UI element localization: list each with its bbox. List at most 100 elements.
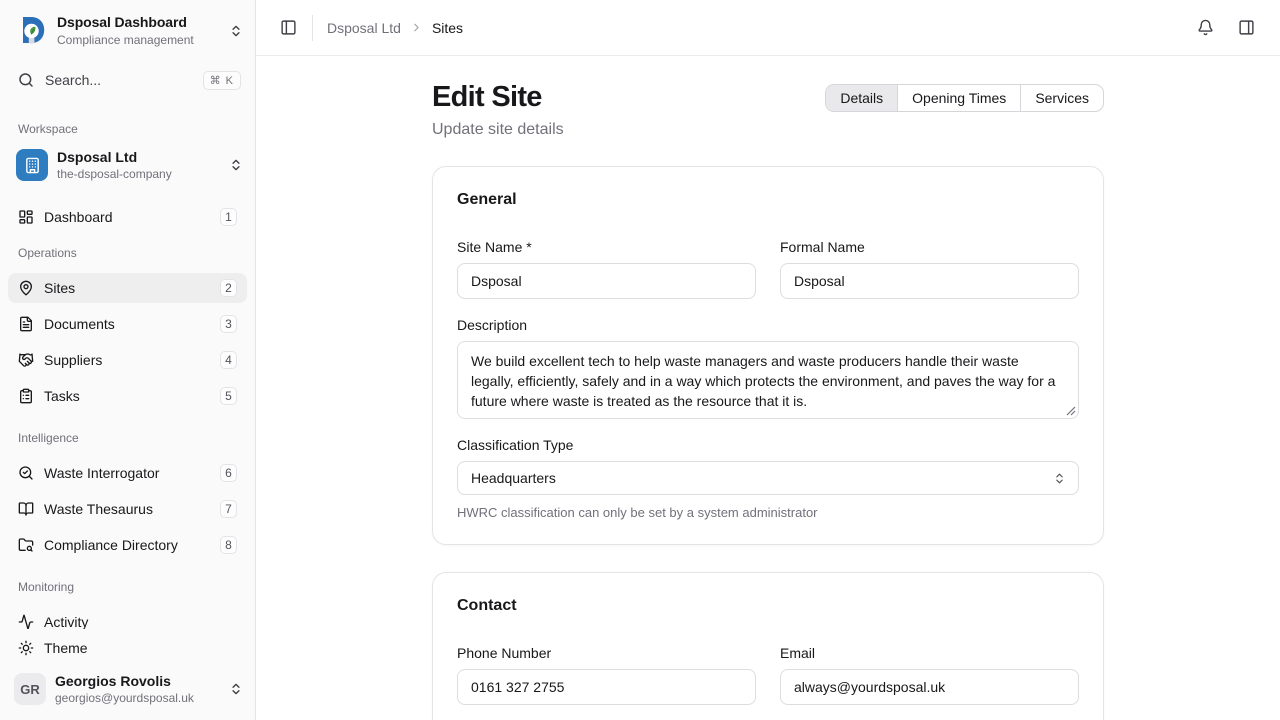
chevrons-up-down-icon <box>229 158 243 172</box>
nav-badge: 5 <box>220 387 237 405</box>
description-label: Description <box>457 317 1079 333</box>
nav-badge: 6 <box>220 464 237 482</box>
contact-card: Contact Phone Number Email Website <box>432 572 1104 720</box>
panel-right-icon <box>1238 19 1255 36</box>
sidebar-item-label: Tasks <box>44 388 80 404</box>
sidebar: Dsposal Dashboard Compliance management … <box>0 0 256 720</box>
search-icon <box>18 72 34 88</box>
search-placeholder: Search... <box>45 72 101 88</box>
breadcrumb-current: Sites <box>432 20 463 36</box>
site-name-input[interactable] <box>457 263 756 299</box>
topbar-divider <box>312 15 313 41</box>
section-label-intelligence: Intelligence <box>8 431 247 446</box>
tab-services[interactable]: Services <box>1020 85 1103 111</box>
nav-badge: 3 <box>220 315 237 333</box>
workspace-slug: the-dsposal-company <box>57 167 220 182</box>
sidebar-nav: Workspace Dsposal Ltd the-dsposal-compan… <box>0 97 255 629</box>
right-panel-toggle-button[interactable] <box>1232 14 1260 42</box>
classification-type-value: Headquarters <box>471 470 556 486</box>
clipboard-list-icon <box>18 388 34 404</box>
chevrons-up-down-icon <box>229 682 243 696</box>
sidebar-item-suppliers[interactable]: Suppliers 4 <box>8 345 247 375</box>
phone-number-label: Phone Number <box>457 645 756 661</box>
formal-name-label: Formal Name <box>780 239 1079 255</box>
section-label-workspace: Workspace <box>8 122 247 137</box>
general-card: General Site Name * Formal Name Descript… <box>432 166 1104 545</box>
sun-icon <box>18 640 34 656</box>
workspace-switcher[interactable]: Dsposal Ltd the-dsposal-company <box>8 147 247 185</box>
notifications-button[interactable] <box>1191 14 1219 42</box>
breadcrumb-parent[interactable]: Dsposal Ltd <box>327 20 401 36</box>
nav-badge: 7 <box>220 500 237 518</box>
user-name: Georgios Rovolis <box>55 673 220 691</box>
section-label-operations: Operations <box>8 246 247 261</box>
sidebar-item-label: Waste Thesaurus <box>44 501 153 517</box>
breadcrumb: Dsposal Ltd Sites <box>327 20 463 36</box>
chevrons-up-down-icon <box>1053 472 1066 485</box>
nav-badge: 2 <box>220 279 237 297</box>
chevrons-up-down-icon <box>229 24 243 38</box>
sidebar-item-waste-thesaurus[interactable]: Waste Thesaurus 7 <box>8 494 247 524</box>
classification-help-text: HWRC classification can only be set by a… <box>457 505 1079 520</box>
sidebar-item-tasks[interactable]: Tasks 5 <box>8 381 247 411</box>
file-text-icon <box>18 316 34 332</box>
sidebar-item-dashboard[interactable]: Dashboard 1 <box>8 202 247 232</box>
search-shortcut-badge: ⌘ K <box>203 71 241 90</box>
sidebar-item-label: Activity <box>44 614 88 629</box>
handshake-icon <box>18 352 34 368</box>
nav-badge: 4 <box>220 351 237 369</box>
phone-number-input[interactable] <box>457 669 756 705</box>
sidebar-item-compliance-directory[interactable]: Compliance Directory 8 <box>8 530 247 560</box>
sidebar-item-label: Compliance Directory <box>44 537 178 553</box>
sidebar-item-label: Documents <box>44 316 115 332</box>
avatar: GR <box>14 673 46 705</box>
search-input[interactable]: Search... ⌘ K <box>8 64 247 97</box>
layout-dashboard-icon <box>18 209 34 225</box>
classification-type-label: Classification Type <box>457 437 1079 453</box>
panel-left-icon <box>280 19 297 36</box>
app-logo <box>16 15 48 47</box>
map-pin-icon <box>18 280 34 296</box>
app-switcher[interactable]: Dsposal Dashboard Compliance management <box>0 0 255 56</box>
email-label: Email <box>780 645 1079 661</box>
page-content: Edit Site Update site details Details Op… <box>256 56 1280 720</box>
activity-icon <box>18 614 34 629</box>
formal-name-input[interactable] <box>780 263 1079 299</box>
contact-heading: Contact <box>457 597 1079 615</box>
sidebar-item-activity[interactable]: Activity <box>8 607 247 629</box>
workspace-name: Dsposal Ltd <box>57 149 220 167</box>
book-open-icon <box>18 501 34 517</box>
bell-icon <box>1197 19 1214 36</box>
sidebar-item-label: Suppliers <box>44 352 102 368</box>
site-name-label: Site Name * <box>457 239 756 255</box>
description-textarea[interactable]: We build excellent tech to help waste ma… <box>457 341 1079 419</box>
theme-toggle[interactable]: Theme <box>8 633 247 663</box>
app-title: Dsposal Dashboard <box>57 14 220 32</box>
chevron-right-icon <box>410 21 423 34</box>
sidebar-item-label: Sites <box>44 280 75 296</box>
search-check-icon <box>18 465 34 481</box>
topbar: Dsposal Ltd Sites <box>256 0 1280 56</box>
sidebar-item-sites[interactable]: Sites 2 <box>8 273 247 303</box>
tab-details[interactable]: Details <box>826 85 897 111</box>
main-area: Dsposal Ltd Sites Edit Site <box>256 0 1280 720</box>
sidebar-footer: Theme GR Georgios Rovolis georgios@yourd… <box>0 629 255 720</box>
folder-search-icon <box>18 537 34 553</box>
email-input[interactable] <box>780 669 1079 705</box>
app-subtitle: Compliance management <box>57 33 220 48</box>
theme-label: Theme <box>44 640 88 656</box>
page-subtitle: Update site details <box>432 121 564 139</box>
tab-opening-times[interactable]: Opening Times <box>897 85 1020 111</box>
page-title: Edit Site <box>432 82 564 112</box>
sidebar-item-documents[interactable]: Documents 3 <box>8 309 247 339</box>
user-menu[interactable]: GR Georgios Rovolis georgios@yourdsposal… <box>8 669 247 711</box>
section-label-monitoring: Monitoring <box>8 580 247 595</box>
classification-type-select[interactable]: Headquarters <box>457 461 1079 495</box>
sidebar-item-waste-interrogator[interactable]: Waste Interrogator 6 <box>8 458 247 488</box>
general-heading: General <box>457 191 1079 209</box>
resize-grip-icon[interactable] <box>1066 406 1076 416</box>
sidebar-toggle-button[interactable] <box>274 14 302 42</box>
sidebar-item-label: Waste Interrogator <box>44 465 159 481</box>
building-icon <box>16 149 48 181</box>
nav-badge: 8 <box>220 536 237 554</box>
